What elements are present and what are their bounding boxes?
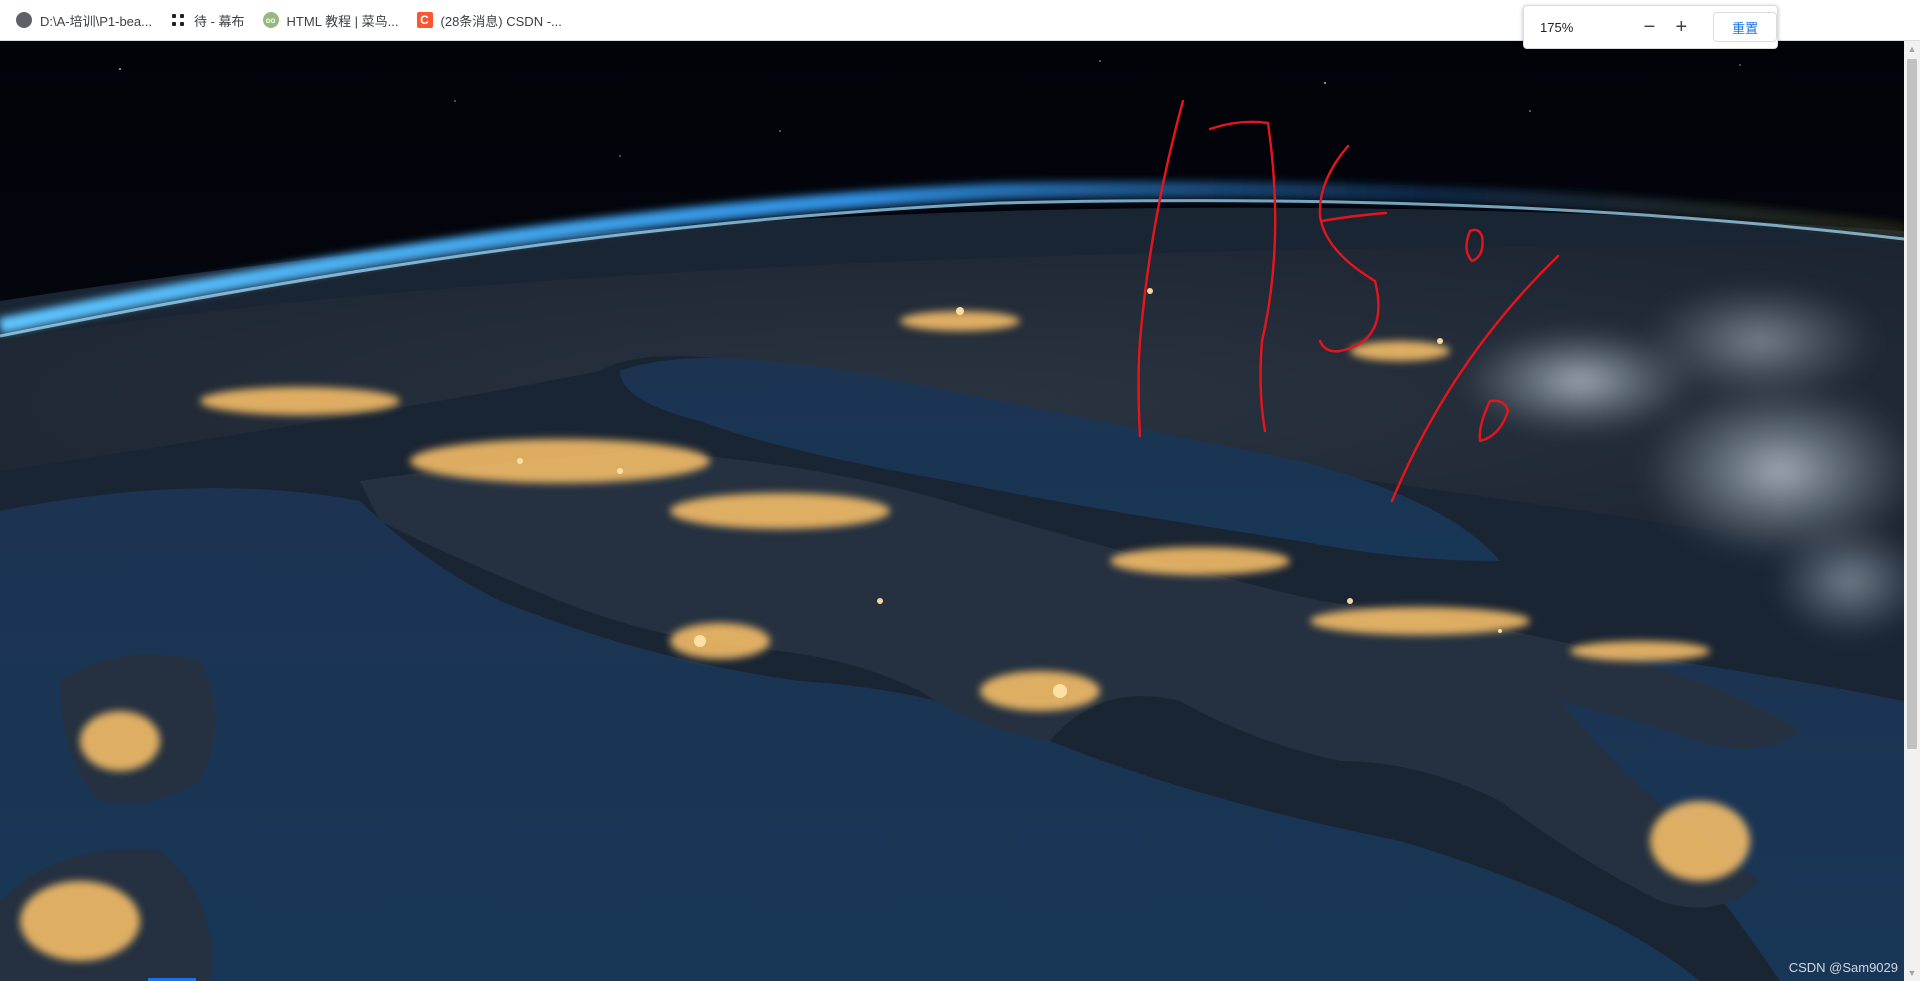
zoom-level: 175% bbox=[1540, 19, 1574, 35]
bookmark-label: (28条消息) CSDN -... bbox=[440, 13, 562, 29]
bookmark-csdn[interactable]: C (28条消息) CSDN -... bbox=[411, 6, 568, 34]
runoob-icon: oo bbox=[262, 12, 279, 28]
zoom-out-button[interactable]: − bbox=[1636, 13, 1664, 41]
bookmark-runoob[interactable]: oo HTML 教程 | 菜鸟... bbox=[257, 6, 405, 34]
scroll-thumb[interactable] bbox=[1907, 59, 1917, 749]
zoom-popup: 175% − + 重置 bbox=[1523, 5, 1778, 49]
zoom-reset-button[interactable]: 重置 bbox=[1713, 12, 1777, 42]
watermark: CSDN @Sam9029 bbox=[1788, 960, 1898, 975]
page-viewport bbox=[0, 41, 1904, 981]
scroll-down-icon[interactable]: ▼ bbox=[1904, 965, 1920, 981]
bookmark-mubu[interactable]: 待 - 幕布 bbox=[164, 6, 251, 34]
bookmark-local-file[interactable]: D:\A-培训\P1-bea... bbox=[10, 6, 158, 34]
bookmark-label: HTML 教程 | 菜鸟... bbox=[286, 13, 399, 29]
zoom-in-button[interactable]: + bbox=[1667, 13, 1695, 41]
vertical-scrollbar[interactable]: ▲ ▼ bbox=[1904, 41, 1920, 981]
earth-night-image bbox=[0, 41, 1904, 981]
globe-icon bbox=[16, 12, 32, 28]
mubu-icon bbox=[170, 12, 186, 28]
bookmark-label: D:\A-培训\P1-bea... bbox=[40, 13, 152, 29]
bookmark-label: 待 - 幕布 bbox=[193, 13, 245, 29]
scroll-up-icon[interactable]: ▲ bbox=[1904, 41, 1920, 57]
csdn-icon: C bbox=[416, 12, 433, 28]
